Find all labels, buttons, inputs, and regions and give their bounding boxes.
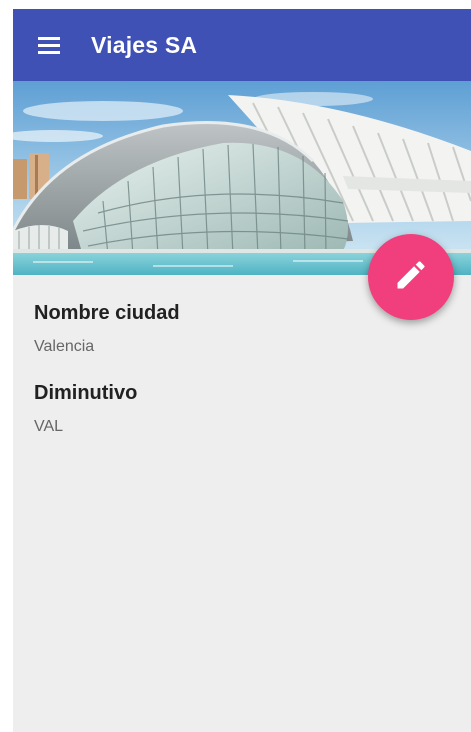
field-city-name: Nombre ciudad Valencia — [34, 299, 434, 357]
menu-icon — [38, 36, 60, 54]
pencil-icon — [393, 257, 429, 298]
field-value: VAL — [34, 418, 64, 435]
field-label: Diminutivo — [34, 382, 138, 404]
field-value: Valencia — [34, 338, 95, 355]
field-label: Nombre ciudad — [34, 302, 180, 324]
app-bar: Viajes SA — [13, 9, 471, 81]
app-screen: Viajes SA Nombre ciudad Valencia Diminut… — [13, 9, 471, 732]
field-abbreviation: Diminutivo VAL — [34, 379, 434, 437]
app-title: Viajes SA — [91, 31, 198, 58]
menu-button[interactable] — [13, 9, 85, 81]
city-details: Nombre ciudad Valencia Diminutivo VAL — [34, 299, 434, 437]
